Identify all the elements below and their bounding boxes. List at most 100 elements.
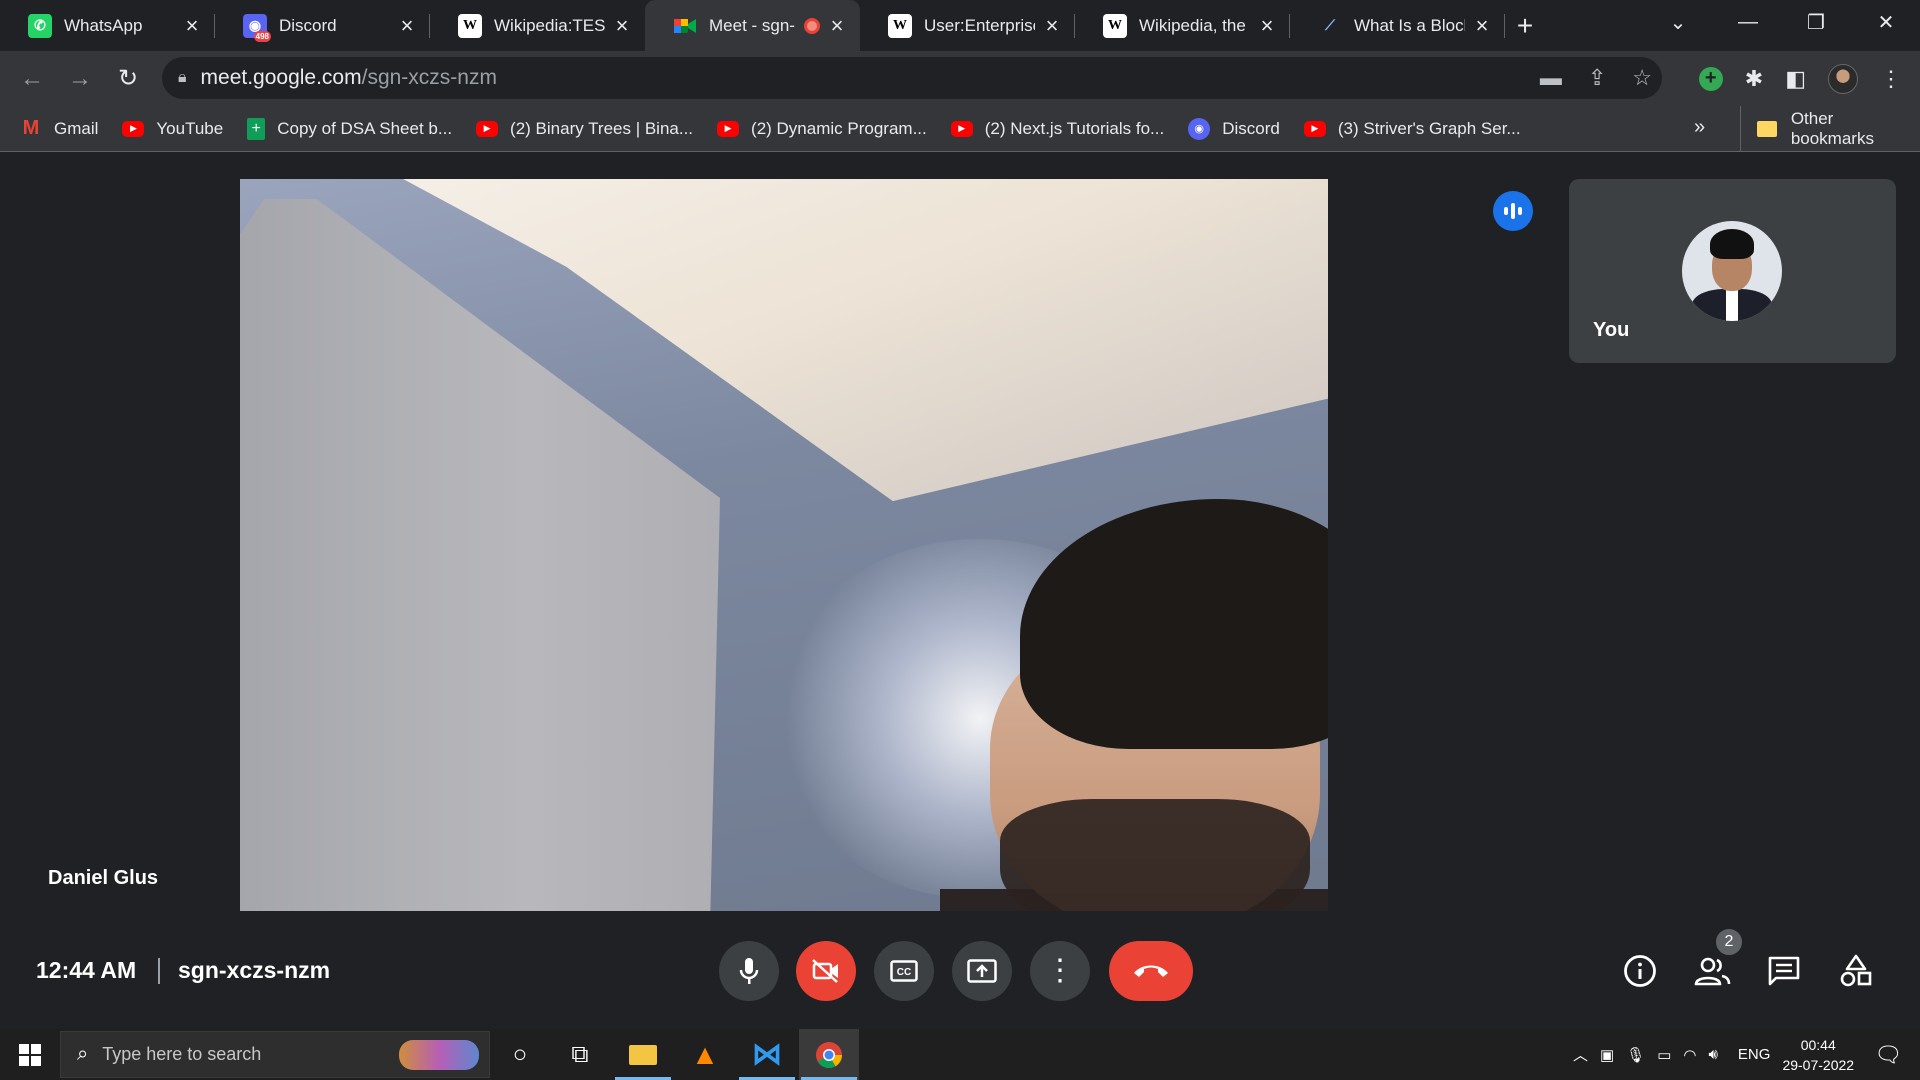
discord-icon: ◉ [1188,117,1211,140]
video-hair [1020,499,1328,749]
youtube-icon: ▶ [950,120,973,137]
tab-blockchain[interactable]: ⟋ What Is a Blockc × [1290,0,1505,51]
bookmark-label: Gmail [54,118,99,138]
bookmark-label: (2) Dynamic Program... [751,118,927,138]
tab-whatsapp[interactable]: ✆ WhatsApp × [0,0,215,51]
close-icon[interactable]: × [1256,13,1278,38]
meeting-info-button[interactable] [1617,948,1663,994]
url-path: /sgn-xczs-nzm [361,66,497,89]
captions-button[interactable]: CC [874,941,934,1001]
tab-separator [1504,14,1505,38]
close-icon[interactable]: × [1471,13,1493,38]
cortana-icon[interactable]: ○ [490,1029,550,1080]
close-icon[interactable]: × [396,13,418,38]
start-button[interactable] [0,1029,60,1080]
browser-toolbar: ← → ↻ 🔒︎ meet.google.com/sgn-xczs-nzm ▬ … [0,51,1920,106]
chrome-logo [816,1041,843,1068]
close-window-button[interactable]: ✕ [1852,0,1920,44]
forward-arrow-icon[interactable]: → [56,59,104,99]
present-icon [967,959,997,983]
volume-icon[interactable]: 🔊︎ [1708,1046,1717,1063]
self-tile[interactable]: You [1569,179,1896,363]
more-vert-icon: ⋮ [1045,954,1075,987]
tab-discord[interactable]: ◉ 498 Discord × [215,0,430,51]
bookmark-dynamic-programming[interactable]: ▶ (2) Dynamic Program... [717,119,927,139]
close-icon[interactable]: × [1041,13,1063,38]
search-placeholder: Type here to search [102,1044,262,1064]
present-screen-button[interactable] [952,941,1012,1001]
minimize-button[interactable]: — [1714,0,1782,44]
taskbar-clock[interactable]: 00:44 29-07-2022 [1782,1035,1854,1075]
bookmark-label: (2) Binary Trees | Bina... [510,118,694,138]
leave-call-button[interactable] [1109,941,1193,1001]
meeting-time: 12:44 AM [36,957,137,983]
extensions-puzzle-icon[interactable]: ✱ [1745,66,1763,92]
tab-title: Meet - sgn- [709,15,795,35]
tab-wikipedia[interactable]: W Wikipedia, the fr × [1075,0,1290,51]
youtube-icon: ▶ [476,120,499,137]
profile-avatar[interactable] [1828,63,1858,94]
browser-menu-icon[interactable]: ⋮ [1880,66,1902,92]
lock-icon: 🔒︎ [178,69,187,86]
bookmark-label: (2) Next.js Tutorials fo... [984,118,1165,138]
more-options-button[interactable]: ⋮ [1030,941,1090,1001]
url-text: meet.google.com/sgn-xczs-nzm [201,66,497,90]
bookmarks-bar: M Gmail ▶ YouTube + Copy of DSA Sheet b... … [0,106,1920,152]
participant-count-badge: 2 [1714,927,1744,957]
clock-date: 29-07-2022 [1782,1056,1855,1073]
notifications-icon[interactable]: 🗨︎ [1874,1042,1902,1068]
chat-button[interactable] [1761,948,1807,994]
show-hidden-icons-chevron-icon[interactable]: ︿ [1573,1044,1588,1065]
tab-wikipedia-testing[interactable]: W Wikipedia:TESTI × [430,0,645,51]
camera-in-use-icon[interactable]: ▣ [1600,1046,1614,1064]
chrome-icon[interactable] [799,1029,859,1080]
bookmark-youtube[interactable]: ▶ YouTube [122,119,223,139]
back-arrow-icon[interactable]: ← [8,59,56,99]
system-tray: ︿ ▣ 🎙︎ ▭ ◠ 🔊︎ ENG 00:44 29-07-2022 🗨︎ [1567,1029,1920,1080]
vlc-icon[interactable]: ▲ [675,1029,735,1080]
side-panel-icon[interactable]: ◧ [1785,66,1806,92]
tab-user-enterprisey[interactable]: W User:Enterprisey × [860,0,1075,51]
close-icon[interactable]: × [826,13,848,38]
address-bar[interactable]: 🔒︎ meet.google.com/sgn-xczs-nzm ▬ ⇪ ☆ [162,57,1662,99]
avatar-tie [1726,289,1738,321]
share-icon[interactable]: ⇪ [1588,65,1606,91]
tab-title: What Is a Blockc [1354,15,1465,35]
battery-icon[interactable]: ▭ [1657,1046,1671,1064]
other-bookmarks[interactable]: Other bookmarks [1740,106,1920,152]
hang-up-icon [1134,965,1168,977]
file-explorer-icon[interactable] [613,1029,673,1080]
close-icon[interactable]: × [611,13,633,38]
url-host: meet.google.com [200,66,362,89]
self-label: You [1593,319,1630,341]
extension-plus-icon[interactable]: + [1698,66,1723,91]
new-tab-button[interactable]: + [1505,0,1545,51]
bookmarks-overflow-button[interactable]: » [1694,116,1705,139]
tab-meet[interactable]: Meet - sgn- × [645,0,860,51]
task-view-icon[interactable]: ⧉ [550,1029,610,1080]
language-indicator[interactable]: ENG [1738,1046,1771,1063]
taskbar-search[interactable]: ⌕ Type here to search [60,1031,490,1078]
camera-off-button[interactable] [796,941,856,1001]
tab-title: User:Enterprisey [924,15,1035,35]
recording-icon [804,17,820,34]
reload-icon[interactable]: ↻ [104,59,152,99]
microphone-button[interactable] [719,941,779,1001]
bookmark-nextjs[interactable]: ▶ (2) Next.js Tutorials fo... [950,118,1165,139]
microphone-in-use-icon[interactable]: 🎙︎ [1626,1046,1645,1064]
blockchain-icon: ⟋ [1325,17,1335,33]
restore-button[interactable]: ❐ [1782,0,1850,44]
bookmark-gmail[interactable]: M Gmail [20,117,99,139]
bookmark-discord[interactable]: ◉ Discord [1188,117,1280,140]
activities-button[interactable] [1833,948,1879,994]
tab-search-chevron-icon[interactable]: ⌄ [1644,0,1712,44]
camera-in-use-icon[interactable]: ▬ [1540,65,1562,91]
vscode-icon[interactable]: ⋈ [737,1029,797,1080]
bookmark-graph-series[interactable]: ▶ (3) Striver's Graph Ser... [1303,119,1521,139]
bookmark-dsa-sheet[interactable]: + Copy of DSA Sheet b... [247,117,452,140]
close-icon[interactable]: × [181,13,203,38]
bookmark-star-icon[interactable]: ☆ [1632,65,1652,91]
wifi-icon[interactable]: ◠ [1683,1046,1696,1064]
bookmark-binary-trees[interactable]: ▶ (2) Binary Trees | Bina... [476,119,693,139]
speaking-indicator-icon [1493,191,1533,231]
